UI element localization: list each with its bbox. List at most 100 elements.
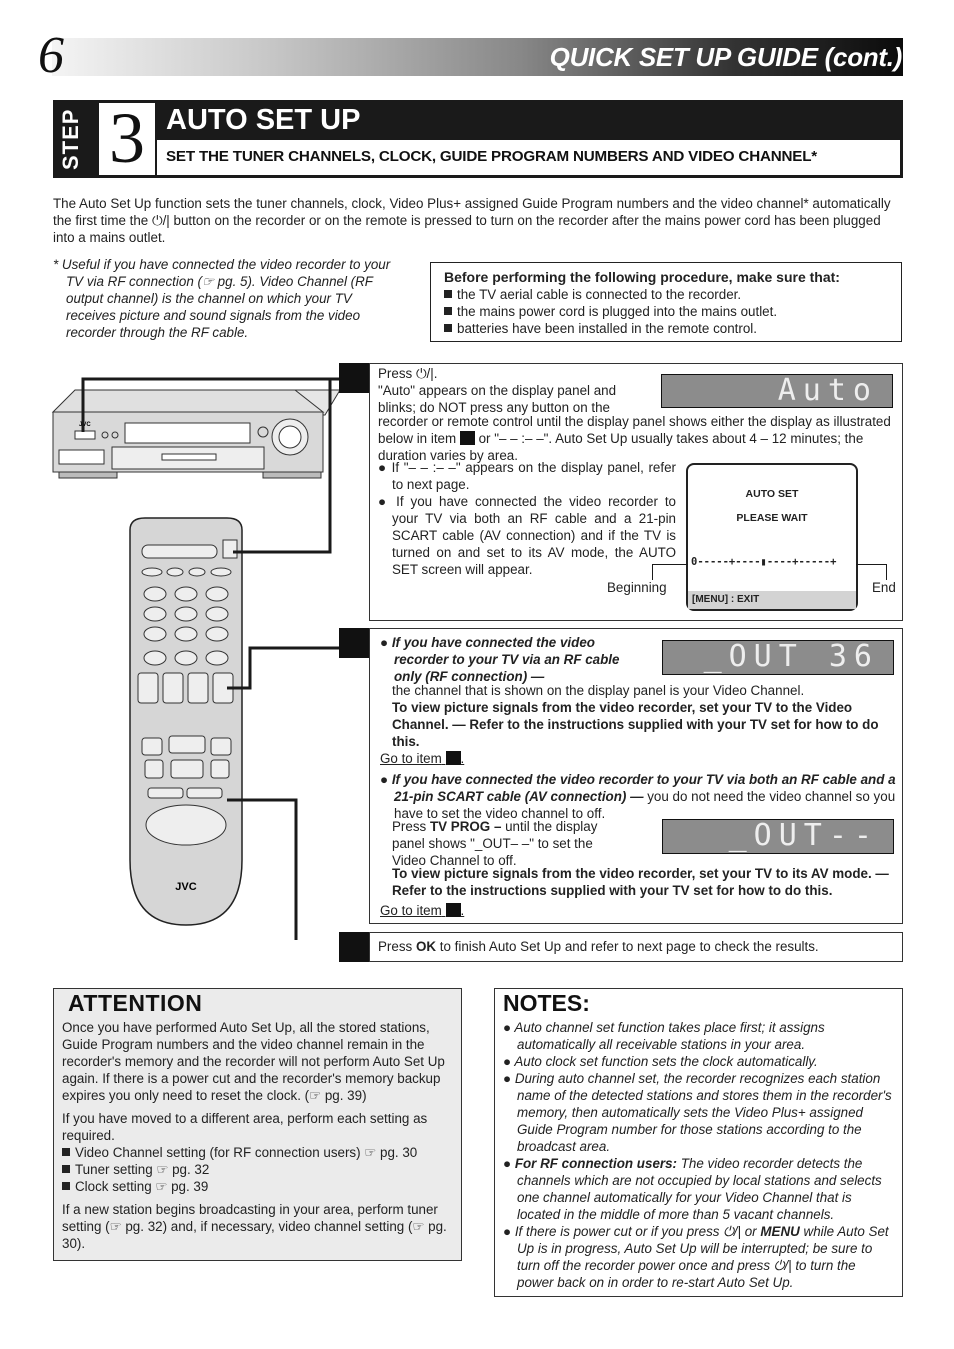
step-label: STEP (58, 108, 83, 170)
item2-case2-instruction: To view picture signals from the video r… (392, 866, 889, 898)
before-item: batteries have been installed in the rem… (444, 320, 888, 337)
remote-brand-logo: JVC (175, 881, 196, 893)
attention-para2: If you have moved to a different area, p… (62, 1111, 428, 1143)
goto-item-text[interactable]: Go to item (380, 751, 442, 766)
display-panel-auto: Auto (661, 374, 893, 408)
item1-bullet: ● If you have connected the video record… (378, 494, 676, 577)
item1-bullet-text: If you have connected the video recorder… (392, 494, 676, 577)
display-panel-out-36: _OUT 36 (662, 640, 894, 675)
vcr-illustration: JVC (51, 389, 341, 479)
footnote-text: * Useful if you have connected the video… (53, 257, 391, 340)
intro-text-rest: button on the recorder or on the remote … (53, 213, 881, 245)
item3-rest: to finish Auto Set Up and refer to next … (436, 939, 819, 954)
note-item: ● If there is power cut or if you press … (503, 1224, 889, 1290)
osd-status: PLEASE WAIT (736, 512, 808, 524)
item1-intro: Press ⏻/|. "Auto" appears on the display… (378, 365, 660, 416)
item2-case2-press: Press TV PROG – until the display panel … (392, 818, 614, 869)
attention-para1: Once you have performed Auto Set Up, all… (62, 1020, 445, 1103)
goto-item-text[interactable]: Go to item (380, 903, 442, 918)
item2-case1-title-text: If you have connected the video recorder… (391, 635, 620, 684)
vcr-brand-logo: JVC (79, 422, 91, 428)
power-icon: ⏻/| (151, 213, 170, 228)
item2-case1-instruction: To view picture signals from the video r… (392, 700, 879, 749)
before-title: Before performing the following procedur… (444, 269, 840, 285)
attention-body: Once you have performed Auto Set Up, all… (62, 1019, 454, 1252)
auto-set-osd-screen (686, 463, 858, 611)
notes-body: ● Auto channel set function takes place … (503, 1019, 895, 1291)
square-bullet-icon (62, 1182, 70, 1190)
step-title: AUTO SET UP (166, 104, 361, 136)
note-item: ● During auto channel set, the recorder … (503, 1071, 892, 1154)
before-item: the TV aerial cable is connected to the … (444, 286, 888, 303)
item-reference-marker (445, 751, 461, 765)
item-reference-marker (459, 431, 475, 445)
menu-key: MENU (760, 1224, 800, 1239)
attention-para3: If a new station begins broadcasting in … (62, 1202, 447, 1251)
osd-progress-bar: 0-----+----▮----+-----+ (691, 556, 837, 568)
square-bullet-icon (444, 307, 452, 315)
before-item: the mains power cord is plugged into the… (444, 303, 888, 320)
page-number: 6 (38, 27, 64, 84)
attention-title: ATTENTION (68, 990, 203, 1016)
item1-press-suffix: . (433, 366, 438, 381)
item1-press: Press (378, 366, 416, 381)
callout-line (856, 564, 886, 565)
intro-paragraph: The Auto Set Up function sets the tuner … (53, 195, 903, 246)
square-bullet-icon (62, 1165, 70, 1173)
item1-body: recorder or remote control until the dis… (378, 413, 894, 464)
item1-bullet: ● If "– – :– –" appears on the display p… (378, 460, 677, 492)
item-reference-marker (445, 903, 461, 917)
step-item-1-marker (339, 363, 369, 393)
step-item-2-marker (339, 628, 369, 658)
note-item: ● Auto channel set function takes place … (503, 1020, 825, 1052)
item1-line1: "Auto" appears on the display panel and (378, 383, 617, 398)
item2-case1-text: the channel that is shown on the display… (392, 683, 805, 698)
note-text: Auto clock set function sets the clock a… (514, 1054, 818, 1069)
tv-prog-key: TV PROG – (429, 819, 502, 834)
label-end: End (872, 580, 896, 595)
press-text: Press (392, 819, 430, 834)
footnote: * Useful if you have connected the video… (53, 256, 403, 341)
osd-title: AUTO SET (745, 488, 799, 500)
attention-list-item: Tuner setting ☞ pg. 32 (62, 1161, 454, 1178)
note-text: Auto channel set function takes place fi… (514, 1020, 825, 1052)
item3-text: Press OK to finish Auto Set Up and refer… (378, 938, 819, 955)
ok-key: OK (415, 939, 437, 954)
step-subtitle: SET THE TUNER CHANNELS, CLOCK, GUIDE PRO… (166, 148, 817, 165)
square-bullet-icon (444, 290, 452, 298)
label-beginning: Beginning (607, 580, 667, 595)
before-procedure-box: Before performing the following procedur… (430, 262, 902, 342)
display-panel-out-off: _OUT-- (662, 819, 894, 854)
page-title: QUICK SET UP GUIDE (cont.) (549, 42, 903, 72)
note-text: or (741, 1224, 761, 1239)
note-item: ● Auto clock set function sets the clock… (503, 1054, 818, 1069)
attention-list-item: Video Channel setting (for RF connection… (62, 1144, 454, 1161)
item1-bullets: ● If "– – :– –" appears on the display p… (378, 459, 676, 578)
power-icon: ⏻/| (415, 366, 434, 381)
attention-list-item: Clock setting ☞ pg. 39 (62, 1178, 454, 1195)
note-rf-label: For RF connection users: (514, 1156, 678, 1171)
square-bullet-icon (444, 324, 452, 332)
goto-item-link-2[interactable]: Go to item . (380, 902, 464, 919)
step-number: 3 (109, 98, 145, 178)
press-text: Press (378, 939, 416, 954)
note-text: During auto channel set, the recorder re… (514, 1071, 892, 1154)
attention-list-text: Clock setting ☞ pg. 39 (75, 1179, 209, 1194)
callout-line (652, 564, 653, 580)
callout-line (886, 564, 887, 580)
notes-title: NOTES: (503, 990, 590, 1016)
osd-footer: [MENU] : EXIT (688, 591, 856, 609)
attention-list-text: Tuner setting ☞ pg. 32 (75, 1162, 210, 1177)
goto-item-link-1[interactable]: Go to item . (380, 750, 464, 767)
note-item: ● For RF connection users: The video rec… (503, 1156, 882, 1222)
before-item-text: batteries have been installed in the rem… (457, 321, 757, 336)
vcr-remote-illustration: JVC JVC (51, 377, 341, 940)
before-item-text: the TV aerial cable is connected to the … (457, 287, 742, 302)
item2-case1-body: the channel that is shown on the display… (392, 682, 896, 750)
before-item-text: the mains power cord is plugged into the… (457, 304, 778, 319)
power-icon: ⏻/| (723, 1224, 741, 1239)
power-icon: ⏻/| (773, 1258, 792, 1273)
note-text: If there is power cut or if you press (514, 1224, 724, 1239)
callout-line (652, 564, 688, 565)
square-bullet-icon (62, 1148, 70, 1156)
